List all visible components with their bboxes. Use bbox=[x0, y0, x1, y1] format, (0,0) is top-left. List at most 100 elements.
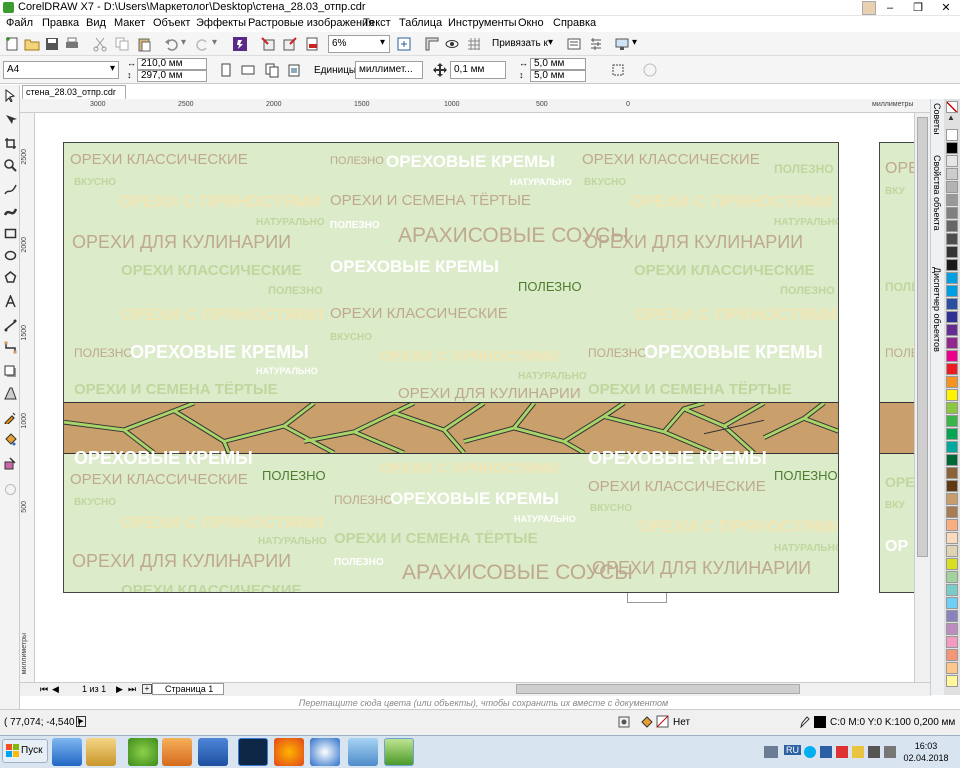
page-tab[interactable]: Страница 1 bbox=[152, 683, 224, 695]
menu-tools[interactable]: Инструменты bbox=[448, 17, 517, 29]
new-document-icon[interactable] bbox=[4, 36, 20, 52]
no-color-swatch[interactable] bbox=[946, 101, 958, 113]
rectangle-tool-icon[interactable] bbox=[4, 227, 17, 240]
interactive-fill-tool-icon[interactable] bbox=[4, 433, 17, 446]
parallel-dimension-tool-icon[interactable] bbox=[4, 319, 17, 332]
palette-swatch[interactable] bbox=[946, 376, 958, 388]
maximize-button[interactable]: ❐ bbox=[904, 0, 932, 16]
paste-icon[interactable] bbox=[136, 36, 152, 52]
menu-object[interactable]: Объект bbox=[153, 17, 190, 29]
menu-view[interactable]: Вид bbox=[86, 17, 106, 29]
menu-help[interactable]: Справка bbox=[553, 17, 596, 29]
palette-swatch[interactable] bbox=[946, 415, 958, 427]
palette-swatch[interactable] bbox=[946, 233, 958, 245]
pick-tool-icon[interactable] bbox=[4, 89, 17, 102]
palette-swatch[interactable] bbox=[946, 675, 958, 687]
palette-swatch[interactable] bbox=[946, 402, 958, 414]
photoshop-icon[interactable] bbox=[238, 738, 268, 766]
landscape-icon[interactable] bbox=[240, 62, 256, 78]
palette-swatch[interactable] bbox=[946, 155, 958, 167]
text-tool-icon[interactable] bbox=[4, 295, 17, 308]
word-icon[interactable] bbox=[198, 738, 228, 766]
bluetooth-icon[interactable] bbox=[820, 746, 832, 758]
last-page-icon[interactable]: ⏭ bbox=[128, 684, 136, 695]
menu-file[interactable]: Файл bbox=[6, 17, 33, 29]
portrait-icon[interactable] bbox=[218, 62, 234, 78]
file-explorer-icon[interactable] bbox=[86, 738, 116, 766]
horizontal-ruler[interactable]: 3000 2500 2000 1500 1000 500 0 миллиметр… bbox=[20, 99, 932, 113]
clock-date[interactable]: 02.04.2018 bbox=[901, 753, 951, 763]
firefox-icon[interactable] bbox=[274, 738, 304, 766]
connector-tool-icon[interactable] bbox=[4, 341, 17, 354]
quick-customize-icon[interactable] bbox=[642, 62, 658, 78]
polygon-tool-icon[interactable] bbox=[4, 271, 17, 284]
palette-swatch[interactable] bbox=[946, 363, 958, 375]
vertical-ruler[interactable]: 2500 2000 1500 1000 500 миллиметры bbox=[20, 113, 35, 682]
color-proofing-icon[interactable] bbox=[618, 716, 630, 728]
application-launcher-icon[interactable] bbox=[588, 36, 604, 52]
icq-icon[interactable] bbox=[128, 738, 158, 766]
palette-swatch[interactable] bbox=[946, 337, 958, 349]
prev-page-icon[interactable]: ◀ bbox=[52, 684, 59, 695]
palette-swatch[interactable] bbox=[946, 532, 958, 544]
nudge-distance-field[interactable]: 0,1 мм bbox=[450, 61, 506, 79]
units-select[interactable]: миллимет... bbox=[355, 61, 423, 79]
undo-dropdown-icon[interactable]: ▾ bbox=[181, 37, 186, 48]
palette-swatch[interactable] bbox=[946, 506, 958, 518]
eyedropper-tool-icon[interactable] bbox=[4, 411, 17, 424]
coreldraw-taskbar-icon[interactable] bbox=[384, 738, 414, 766]
palette-swatch[interactable] bbox=[946, 584, 958, 596]
zoom-dropdown-icon[interactable]: ▾ bbox=[380, 37, 385, 48]
options-icon[interactable] bbox=[566, 36, 582, 52]
keyboard-icon[interactable] bbox=[764, 746, 778, 758]
palette-swatch[interactable] bbox=[946, 272, 958, 284]
palette-swatch[interactable] bbox=[946, 246, 958, 258]
quick-customize-toolbox-icon[interactable] bbox=[4, 483, 17, 496]
export-icon[interactable] bbox=[282, 36, 298, 52]
artistic-media-tool-icon[interactable] bbox=[4, 205, 17, 218]
menu-text[interactable]: Текст bbox=[363, 17, 391, 29]
horizontal-scroll-thumb[interactable] bbox=[516, 684, 800, 694]
show-rulers-icon[interactable] bbox=[424, 36, 440, 52]
cut-icon[interactable] bbox=[92, 36, 108, 52]
palette-swatch[interactable] bbox=[946, 428, 958, 440]
internet-explorer-icon[interactable] bbox=[52, 738, 82, 766]
network-icon[interactable] bbox=[868, 746, 880, 758]
palette-swatch[interactable] bbox=[946, 662, 958, 674]
redo-icon[interactable] bbox=[194, 36, 210, 52]
wall-design-artwork[interactable]: ОРЕХИ КЛАССИЧЕСКИЕ ПОЛЕЗНО ОРЕХОВЫЕ КРЕМ… bbox=[63, 142, 839, 593]
palette-swatch[interactable] bbox=[946, 610, 958, 622]
view-mode-icon[interactable] bbox=[444, 36, 460, 52]
palette-swatch[interactable] bbox=[946, 480, 958, 492]
open-icon[interactable] bbox=[24, 36, 40, 52]
photo-viewer-icon[interactable] bbox=[348, 738, 378, 766]
palette-swatch[interactable] bbox=[946, 389, 958, 401]
transparency-tool-icon[interactable] bbox=[4, 387, 17, 400]
skype-icon[interactable] bbox=[804, 746, 816, 758]
show-grid-icon[interactable] bbox=[466, 36, 482, 52]
snap-to-dropdown[interactable]: Привязать к bbox=[492, 38, 548, 49]
menu-table[interactable]: Таблица bbox=[399, 17, 442, 29]
menu-layout[interactable]: Макет bbox=[114, 17, 145, 29]
duplicate-distance-x-field[interactable]: 5,0 мм bbox=[530, 58, 586, 70]
thunderbird-icon[interactable] bbox=[310, 738, 340, 766]
search-content-icon[interactable] bbox=[232, 36, 248, 52]
scroll-thumb[interactable] bbox=[917, 117, 928, 557]
language-indicator[interactable]: RU bbox=[784, 745, 801, 755]
palette-swatch[interactable] bbox=[946, 636, 958, 648]
smart-fill-tool-icon[interactable] bbox=[4, 457, 17, 470]
snap-dropdown-icon[interactable]: ▾ bbox=[548, 37, 553, 48]
cracked-pattern-band[interactable] bbox=[64, 402, 839, 454]
palette-swatch[interactable] bbox=[946, 493, 958, 505]
shape-tool-icon[interactable] bbox=[4, 113, 17, 126]
page-size-dropdown-icon[interactable]: ▾ bbox=[110, 63, 115, 74]
import-icon[interactable] bbox=[260, 36, 276, 52]
add-page-icon[interactable]: + bbox=[142, 684, 152, 694]
palette-swatch[interactable] bbox=[946, 571, 958, 583]
palette-swatch[interactable] bbox=[946, 168, 958, 180]
welcome-screen-icon[interactable] bbox=[614, 36, 630, 52]
palette-swatch[interactable] bbox=[946, 623, 958, 635]
wall-design-artwork-2[interactable]: ОРЕ ВКУ ПОЛЕ ПОЛЕ ОРЕ ВКУ ОР bbox=[879, 142, 914, 593]
ellipse-tool-icon[interactable] bbox=[4, 249, 17, 262]
drawing-canvas[interactable]: ОРЕХИ КЛАССИЧЕСКИЕ ПОЛЕЗНО ОРЕХОВЫЕ КРЕМ… bbox=[35, 113, 914, 682]
